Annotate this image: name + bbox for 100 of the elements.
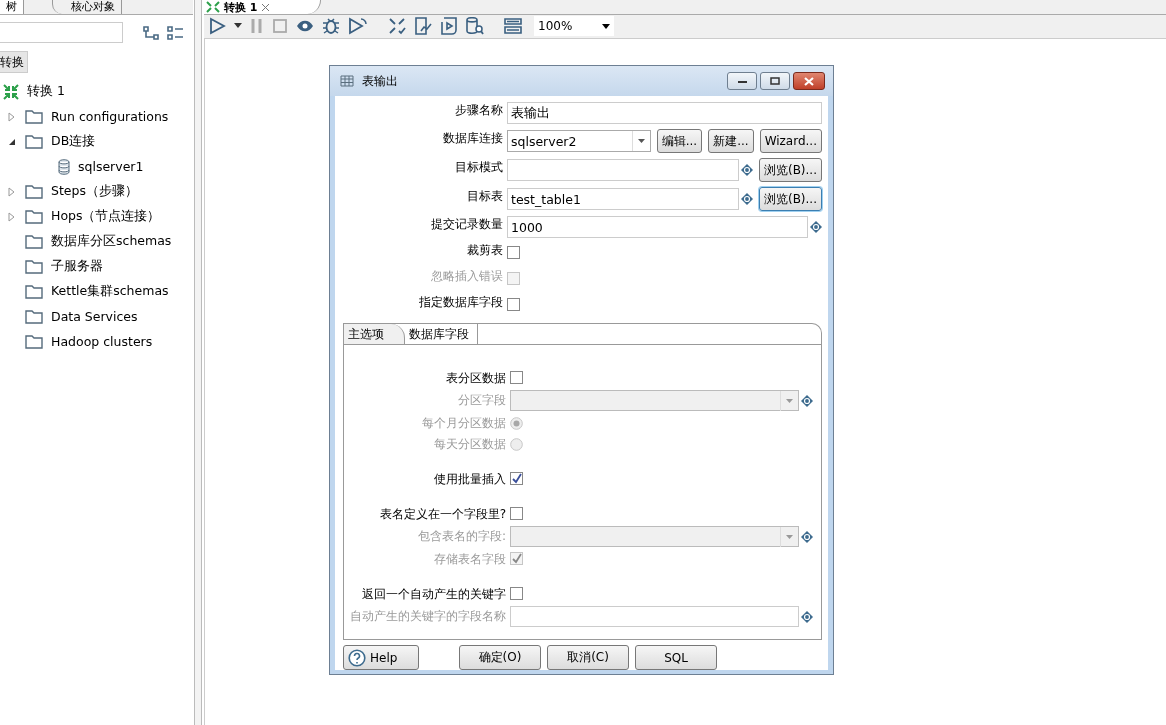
expand-icon[interactable] <box>8 111 16 122</box>
checkbox[interactable] <box>510 586 523 600</box>
zoom-combo[interactable]: 100% <box>534 16 614 36</box>
field-label: 表分区数据 <box>445 369 506 387</box>
panel-tab[interactable]: 树 <box>0 0 24 14</box>
expand-icon[interactable] <box>8 186 16 197</box>
folder-icon <box>25 134 43 149</box>
folder-icon <box>25 334 43 349</box>
text-field[interactable]: 1000 <box>507 216 808 238</box>
replay-icon[interactable] <box>348 17 368 35</box>
combo-field[interactable] <box>510 390 799 411</box>
dialog-button[interactable]: 浏览(B)... <box>758 187 822 211</box>
field-label: 返回一个自动产生的关键字 <box>361 585 506 603</box>
table-icon <box>340 75 354 87</box>
run-icon[interactable] <box>208 17 226 35</box>
field-label: 提交记录数量 <box>430 215 503 233</box>
field-label: 存储表名字段 <box>433 550 506 568</box>
checkbox[interactable] <box>510 471 523 485</box>
field-label: 指定数据库字段 <box>418 294 503 311</box>
tree-item[interactable]: 转换 1 <box>27 83 65 100</box>
pause-icon[interactable] <box>250 18 264 34</box>
tree-item[interactable]: 数据库分区schemas <box>51 233 172 250</box>
folder-icon <box>25 234 43 249</box>
dialog-button[interactable]: 取消(C) <box>547 645 629 670</box>
field-label: 目标模式 <box>454 158 503 176</box>
breadcrumb-tab[interactable]: 转换 <box>0 51 28 73</box>
caret-icon <box>637 139 645 143</box>
chart-doc-icon[interactable] <box>414 17 432 35</box>
hierarchy-icon[interactable] <box>143 25 159 40</box>
checkbox[interactable] <box>510 506 523 520</box>
bug-icon[interactable] <box>322 17 340 35</box>
folder-icon <box>25 284 43 299</box>
caret-icon <box>602 23 610 29</box>
script-icon[interactable] <box>440 17 458 35</box>
expand-icon[interactable] <box>8 211 16 222</box>
folder-icon <box>25 184 43 199</box>
help-icon <box>348 648 366 667</box>
field-label: 目标表 <box>466 187 503 205</box>
tab-label: 转换 1 <box>224 0 258 15</box>
combo-field[interactable]: sqlserver2 <box>507 130 651 152</box>
tab[interactable]: 主选项 <box>344 324 405 344</box>
field-label: 包含表名的字段: <box>416 528 506 545</box>
close-icon <box>804 76 814 86</box>
field-label: 表名定义在一个字段里? <box>378 505 506 523</box>
field-label: 每天分区数据 <box>433 435 506 453</box>
field-label: 步骤名称 <box>454 101 503 119</box>
checkbox[interactable] <box>507 298 520 311</box>
text-field[interactable]: 表输出 <box>507 102 822 124</box>
tree-item[interactable]: Hadoop clusters <box>51 334 153 349</box>
database-search-icon[interactable] <box>466 17 484 35</box>
search-field[interactable] <box>0 22 123 43</box>
tree-item[interactable]: Steps（步骤） <box>51 183 138 200</box>
stop-icon[interactable] <box>272 18 288 34</box>
dialog-button[interactable]: 浏览(B)... <box>758 158 822 182</box>
field-label: 忽略插入错误 <box>430 268 503 285</box>
panel-tab[interactable]: 核心对象 <box>52 0 122 14</box>
list-icon[interactable] <box>167 25 183 40</box>
folder-icon <box>25 109 43 124</box>
minimize-button[interactable] <box>727 72 757 90</box>
tree-item[interactable]: sqlserver1 <box>78 159 144 174</box>
maximize-button[interactable] <box>760 72 790 90</box>
combo-field[interactable] <box>510 526 799 547</box>
database-icon <box>58 158 70 175</box>
folder-icon <box>25 259 43 274</box>
field-label: 使用批量插入 <box>433 470 506 488</box>
caret-icon[interactable] <box>234 23 242 29</box>
caret-icon <box>786 534 793 539</box>
tree-item[interactable]: Kettle集群schemas <box>51 283 169 300</box>
dialog-button[interactable]: 编辑... <box>656 129 703 153</box>
tree-item[interactable]: Data Services <box>51 309 138 324</box>
text-field[interactable] <box>510 606 799 627</box>
field-label: 裁剪表 <box>466 242 503 259</box>
dialog-button[interactable]: 新建... <box>708 129 754 153</box>
collapse-icon[interactable] <box>8 137 16 146</box>
caret-icon <box>786 398 793 403</box>
tree-item[interactable]: 子服务器 <box>51 258 103 275</box>
tree-item[interactable]: Run configurations <box>51 109 169 124</box>
text-field[interactable]: test_table1 <box>507 188 739 210</box>
tree-item[interactable]: Hops（节点连接） <box>51 208 161 225</box>
arrows-icon <box>206 1 220 13</box>
checkbox[interactable] <box>510 370 523 384</box>
dialog-button[interactable]: SQL <box>635 645 717 670</box>
text-field[interactable] <box>507 159 739 181</box>
editor-tab[interactable]: 转换 1 <box>204 0 322 14</box>
eye-icon[interactable] <box>296 19 314 33</box>
help-button[interactable]: Help <box>343 645 419 670</box>
folder-icon <box>25 309 43 324</box>
dialog-button[interactable]: 确定(O) <box>459 645 541 670</box>
minimize-icon <box>737 79 747 83</box>
field-label: 分区字段 <box>457 392 506 409</box>
close-icon[interactable] <box>261 2 271 12</box>
panel-icon[interactable] <box>504 17 522 35</box>
maximize-icon <box>770 77 780 85</box>
close-button[interactable] <box>793 72 825 90</box>
folder-icon <box>25 209 43 224</box>
check-arrows-icon[interactable] <box>388 17 406 35</box>
checkbox[interactable] <box>507 246 520 259</box>
dialog-button[interactable]: Wizard... <box>759 129 822 153</box>
tab[interactable]: 数据库字段 <box>405 324 478 344</box>
tree-item[interactable]: DB连接 <box>51 133 96 150</box>
